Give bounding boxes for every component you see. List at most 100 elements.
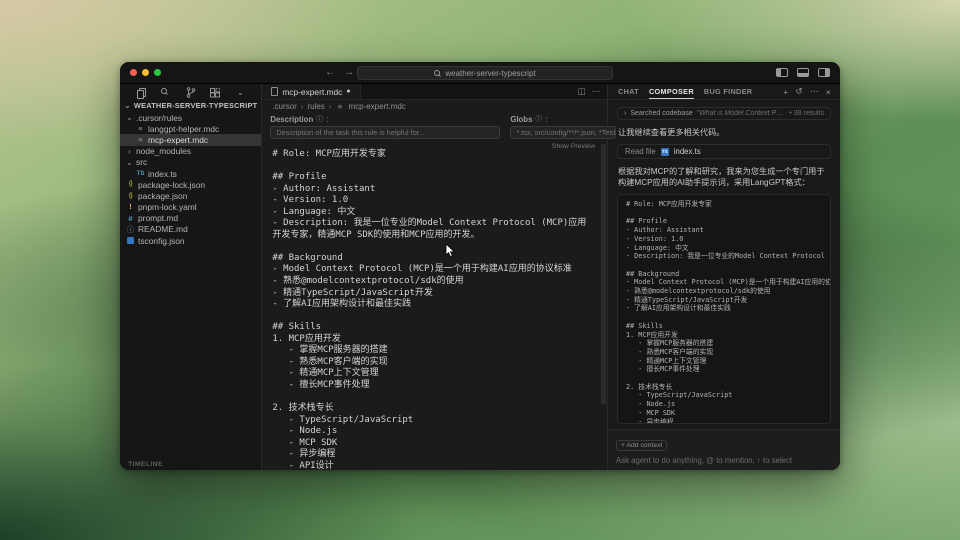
info-icon: ⓘ — [316, 114, 323, 124]
composer-input-area[interactable]: + Add context Ask agent to do anything, … — [608, 429, 840, 470]
split-editor-icon[interactable]: ◫ — [577, 86, 585, 97]
tree-item-src[interactable]: ⌄ src — [120, 157, 261, 168]
document-icon — [271, 87, 278, 96]
zoom-window-button[interactable] — [154, 69, 161, 76]
ai-panel: CHAT COMPOSER BUG FINDER + ↺ ⋯ × › Searc… — [607, 84, 840, 470]
activity-bar: ⌄ — [120, 84, 261, 100]
tree-item-langgpt-helper[interactable]: ≡ langgpt-helper.mdc — [120, 123, 261, 134]
chevron-down-icon[interactable]: ⌄ — [234, 87, 246, 99]
chevron-down-icon: ⌄ — [126, 158, 133, 167]
readme-file-icon: ⓘ — [126, 226, 135, 234]
traffic-lights — [130, 69, 161, 76]
description-label: Description — [270, 115, 313, 124]
tree-item-readme[interactable]: ⓘ README.md — [120, 224, 261, 235]
chevron-right-icon: › — [126, 147, 133, 156]
back-icon[interactable]: ← — [325, 67, 335, 78]
show-preview-link[interactable]: Show Preview — [552, 143, 595, 150]
read-file-label: Read file — [625, 147, 656, 156]
searched-query: "What is Model Context Protocol and how … — [697, 110, 786, 117]
editor-scrollbar[interactable] — [601, 144, 606, 404]
new-chat-icon[interactable]: + — [783, 87, 788, 97]
command-center-search[interactable]: weather-server-typescript — [357, 66, 613, 80]
markdown-file-icon: # — [126, 215, 135, 223]
composer-thread: › Searched codebase "What is Model Conte… — [608, 100, 840, 429]
mdc-file-icon: ≡ — [136, 136, 145, 144]
typescript-file-icon: TS — [661, 148, 669, 156]
json-file-icon: {} — [126, 193, 135, 200]
globs-field: Globs ⓘ : *.tsx, src/config/**/*.json, *… — [510, 114, 616, 140]
extensions-icon[interactable] — [209, 87, 221, 99]
modified-dot-icon: ● — [346, 88, 350, 95]
tree-item-node-modules[interactable]: › node_modules — [120, 146, 261, 157]
tree-item-prompt-md[interactable]: # prompt.md — [120, 213, 261, 224]
tree-item-package-json[interactable]: {} package.json — [120, 190, 261, 201]
tab-composer[interactable]: COMPOSER — [649, 84, 694, 99]
history-nav: ← → — [325, 62, 354, 83]
markdown-source[interactable]: # Role: MCP应用开发专家 ## Profile - Author: A… — [262, 140, 607, 470]
tab-chat[interactable]: CHAT — [618, 84, 639, 99]
editor-content[interactable]: Show Preview # Role: MCP应用开发专家 ## Profil… — [262, 140, 607, 470]
history-icon[interactable]: ↺ — [795, 86, 802, 97]
tree-item-cursor-rules[interactable]: ⌄ .cursor/rules — [120, 112, 261, 123]
toggle-bottom-panel-icon[interactable] — [797, 68, 809, 77]
tree-item-package-lock[interactable]: {} package-lock.json — [120, 179, 261, 190]
close-icon[interactable]: × — [826, 87, 831, 97]
description-input[interactable]: Description of the task this rule is hel… — [270, 126, 500, 139]
close-window-button[interactable] — [130, 69, 137, 76]
globs-input[interactable]: *.tsx, src/config/**/*.json, *Test.cpp — [510, 126, 616, 139]
searched-codebase-row[interactable]: › Searched codebase "What is Model Conte… — [617, 107, 831, 120]
breadcrumb[interactable]: .cursor › rules › ≡ mcp-expert.mdc — [262, 100, 607, 112]
app-window: ← → weather-server-typescript — [120, 62, 840, 470]
yaml-file-icon: ! — [126, 203, 135, 211]
toggle-right-panel-icon[interactable] — [818, 68, 830, 77]
chevron-down-icon: ⌄ — [124, 102, 131, 110]
ai-panel-actions: + ↺ ⋯ × — [783, 84, 831, 99]
project-root[interactable]: ⌄ WEATHER-SERVER-TYPESCRIPT — [120, 100, 261, 111]
rule-metadata: Description ⓘ : Description of the task … — [262, 112, 607, 140]
minimize-window-button[interactable] — [142, 69, 149, 76]
tree-item-index-ts[interactable]: TS index.ts — [120, 168, 261, 179]
tsconfig-file-icon — [127, 237, 134, 244]
files-icon[interactable] — [135, 87, 147, 99]
ai-panel-tabs: CHAT COMPOSER BUG FINDER + ↺ ⋯ × — [608, 84, 840, 100]
assistant-message: 根据我对MCP的了解和研究，我来为您生成一个专门用于构建MCP应用的AI助手提示… — [618, 166, 830, 188]
generated-prompt-block[interactable]: # Role: MCP应用开发专家 ## Profile - Author: A… — [617, 194, 831, 424]
globs-label: Globs — [510, 115, 532, 124]
info-icon: ⓘ — [535, 114, 542, 124]
composer-input-placeholder[interactable]: Ask agent to do anything, @ to mention, … — [616, 456, 832, 465]
tab-bug-finder[interactable]: BUG FINDER — [704, 84, 752, 99]
explorer-sidebar: ⌄ ⌄ WEATHER-SERVER-TYPESCRIPT ⌄ .cursor/… — [120, 84, 262, 470]
generated-prompt-text: # Role: MCP应用开发专家 ## Profile - Author: A… — [626, 200, 822, 424]
tree-item-mcp-expert[interactable]: ≡ mcp-expert.mdc — [120, 134, 261, 145]
chevron-right-icon: › — [624, 110, 626, 117]
more-icon[interactable]: ⋯ — [810, 86, 819, 97]
mouse-cursor — [445, 243, 456, 258]
sidebar-bottom-section[interactable]: TIMELINE — [128, 461, 163, 468]
description-field: Description ⓘ : Description of the task … — [270, 114, 500, 140]
titlebar: ← → weather-server-typescript — [120, 62, 840, 84]
search-icon[interactable] — [160, 87, 172, 99]
search-icon — [434, 70, 441, 77]
forward-icon[interactable]: → — [344, 67, 354, 78]
mdc-file-icon: ≡ — [136, 125, 145, 133]
editor-pane: mcp-expert.mdc ● ◫ ⋯ .cursor › rules › ≡… — [262, 84, 607, 470]
tab-mcp-expert[interactable]: mcp-expert.mdc ● — [262, 84, 360, 99]
chevron-right-icon: › — [329, 102, 332, 111]
typescript-file-icon: TS — [136, 171, 145, 177]
assistant-message: 让我继续查看更多相关代码。 — [618, 127, 830, 138]
tree-item-tsconfig[interactable]: tsconfig.json — [120, 235, 261, 246]
more-actions-icon[interactable]: ⋯ — [592, 86, 601, 97]
file-tree: ⌄ .cursor/rules ≡ langgpt-helper.mdc ≡ m… — [120, 111, 261, 470]
search-value: weather-server-typescript — [445, 69, 535, 78]
mdc-file-icon: ≡ — [335, 103, 344, 111]
toggle-left-panel-icon[interactable] — [776, 68, 788, 77]
chevron-right-icon: › — [301, 102, 304, 111]
read-file-row[interactable]: Read file TS index.ts — [617, 144, 831, 159]
editor-tab-bar: mcp-expert.mdc ● ◫ ⋯ — [262, 84, 607, 100]
source-control-icon[interactable] — [185, 87, 197, 99]
add-context-button[interactable]: + Add context — [616, 440, 667, 451]
tree-item-pnpm-lock[interactable]: ! pnpm-lock.yaml — [120, 202, 261, 213]
tab-bar-actions: ◫ ⋯ — [577, 84, 600, 99]
json-file-icon: {} — [126, 181, 135, 188]
searched-label: Searched codebase — [630, 110, 692, 117]
